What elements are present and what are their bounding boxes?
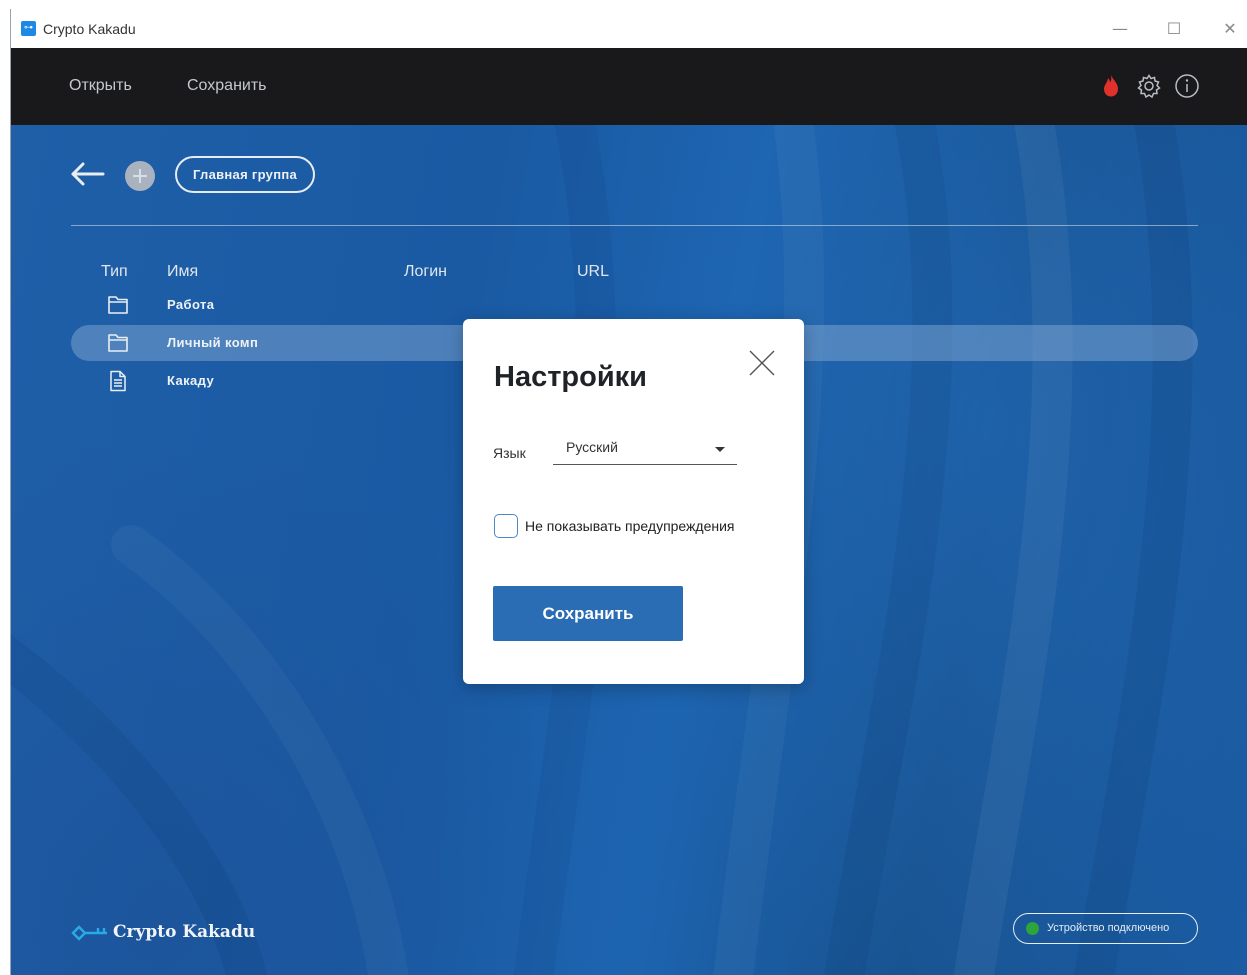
back-arrow-icon[interactable] [69,159,107,189]
navigation-row: Главная группа [69,155,469,195]
close-icon[interactable] [747,348,777,378]
column-header-name[interactable]: Имя [167,263,198,281]
dialog-title: Настройки [494,361,648,393]
folder-icon [108,296,128,314]
maximize-button[interactable]: ☐ [1162,17,1186,41]
table-row[interactable]: Работа [71,287,1198,323]
open-menu-button[interactable]: Открыть [69,77,132,95]
language-select[interactable]: Русский [553,431,737,465]
flame-icon[interactable] [1097,72,1125,100]
language-select-value: Русский [566,439,618,455]
minimize-button[interactable]: — [1108,17,1132,41]
key-logo-icon [71,925,107,941]
logo-text: Crypto Kakadu [113,922,256,942]
folder-icon [108,334,128,352]
column-header-login[interactable]: Логин [404,263,447,281]
hide-warnings-label[interactable]: Не показывать предупреждения [525,518,735,534]
group-breadcrumb-button[interactable]: Главная группа [175,156,316,193]
info-icon[interactable] [1173,72,1201,100]
dropdown-arrow-icon [715,447,725,452]
row-name: Какаду [167,373,215,388]
title-bar: ⊶ Crypto Kakadu — ☐ ✕ [11,9,1247,48]
column-header-type[interactable]: Тип [101,263,128,281]
column-header-url[interactable]: URL [577,263,609,281]
footer-logo: Crypto Kakadu [71,921,271,945]
window-title: Crypto Kakadu [43,21,136,37]
status-dot-icon [1026,922,1039,935]
row-name: Работа [167,297,215,312]
document-icon [110,370,126,392]
app-logo-icon: ⊶ [21,21,36,36]
add-item-button[interactable] [125,161,155,191]
language-label: Язык [493,445,526,461]
gear-icon[interactable] [1135,72,1163,100]
close-window-button[interactable]: ✕ [1218,17,1242,41]
row-name: Личный комп [167,335,259,350]
menu-bar: Открыть Сохранить [11,48,1247,125]
save-settings-button[interactable]: Сохранить [493,586,683,641]
divider [71,225,1198,226]
save-menu-button[interactable]: Сохранить [187,77,267,95]
status-text: Устройство подключено [1047,922,1170,934]
hide-warnings-checkbox[interactable] [494,514,518,538]
settings-dialog: Настройки Язык Русский Не показывать пре… [463,319,804,684]
device-status-badge: Устройство подключено [1013,913,1198,944]
